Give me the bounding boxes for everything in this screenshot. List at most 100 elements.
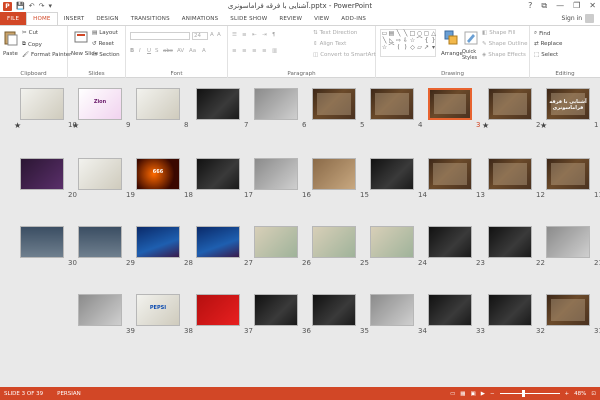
slide-thumbnail-item[interactable]: 35	[312, 294, 369, 336]
text-direction-button[interactable]: ⇅ Text Direction	[313, 30, 357, 36]
arrow-shape-icon[interactable]: ⇨	[395, 37, 402, 44]
bracket-shape-icon[interactable]: }	[430, 37, 437, 44]
align-left-icon[interactable]: ≡	[232, 48, 237, 54]
slide-thumbnail-item[interactable]: 37	[196, 294, 253, 336]
copy-button[interactable]: ⧉ Copy	[22, 41, 42, 48]
underline-icon[interactable]: U	[147, 48, 151, 54]
slide-thumbnail[interactable]	[136, 226, 180, 258]
slide-thumbnail-item[interactable]: 32	[488, 294, 545, 336]
slide-thumbnail-item[interactable]: 11	[546, 158, 600, 200]
slide-thumbnail-item[interactable]: 25	[312, 226, 369, 268]
slide-thumbnail-item[interactable]: 28	[136, 226, 193, 268]
slide-thumbnail[interactable]	[78, 158, 122, 190]
help-icon[interactable]: ?	[528, 1, 532, 11]
align-text-button[interactable]: ⇕ Align Text	[313, 41, 346, 47]
reset-button[interactable]: ↺ Reset	[92, 41, 114, 47]
slide-thumbnail-item[interactable]: Zion 9 ★	[72, 88, 130, 130]
tab-slide-show[interactable]: SLIDE SHOW	[224, 12, 273, 25]
slide-thumbnail[interactable]	[488, 294, 532, 326]
slide-thumbnail[interactable]	[546, 294, 590, 326]
slide-thumbnail-item[interactable]: 19	[78, 158, 135, 200]
slide-thumbnail-item[interactable]: 17	[196, 158, 253, 200]
paste-icon[interactable]	[4, 30, 18, 46]
paste-button[interactable]: Paste	[3, 51, 18, 57]
slide-thumbnail[interactable]	[196, 158, 240, 190]
font-size-input[interactable]: 24	[192, 32, 208, 40]
tab-design[interactable]: DESIGN	[90, 12, 124, 25]
slide-thumbnail-item[interactable]: 3	[428, 88, 480, 130]
zoom-in-icon[interactable]: +	[565, 391, 570, 397]
slide-thumbnail[interactable]	[370, 294, 414, 326]
convert-smartart-button[interactable]: ◫ Convert to SmartArt	[313, 52, 376, 58]
slide-thumbnail-item[interactable]: 22	[488, 226, 545, 268]
rectangle-shape-icon[interactable]: □	[409, 30, 416, 37]
slide-thumbnail[interactable]	[488, 88, 532, 120]
justify-icon[interactable]: ≡	[262, 48, 267, 54]
slide-thumbnail[interactable]	[136, 88, 180, 120]
slide-thumbnail-item[interactable]: 5	[312, 88, 364, 130]
replace-button[interactable]: ⇄ Replace	[534, 41, 562, 47]
slide-thumbnail[interactable]: Zion	[78, 88, 122, 120]
tab-file[interactable]: FILE	[0, 12, 27, 25]
curve-shape-icon[interactable]: ⌒	[416, 37, 423, 44]
bullets-icon[interactable]: ☰	[232, 32, 237, 38]
shrink-font-icon[interactable]: A	[217, 32, 221, 38]
slide-thumbnail-item[interactable]: 30	[20, 226, 77, 268]
rtl-icon[interactable]: ¶	[272, 32, 276, 38]
quick-styles-button[interactable]: Quick Styles	[462, 49, 480, 61]
strikethrough-icon[interactable]: abc	[163, 48, 173, 54]
slide-sorter[interactable]: آشنایی با فرقه فراماسونری 1 ★ 2 ★ 3 4 5 6 7 8 Zion 9…	[0, 78, 600, 387]
slide-thumbnail[interactable]	[254, 226, 298, 258]
arrow-shape-icon[interactable]: ⇩	[402, 37, 409, 44]
bracket-shape-icon[interactable]: {	[423, 37, 430, 44]
find-button[interactable]: ⌕ Find	[534, 30, 550, 37]
shape-effects-button[interactable]: ◈ Shape Effects	[482, 52, 526, 58]
slide-thumbnail[interactable]	[312, 226, 356, 258]
triangle-shape-icon[interactable]: △	[430, 30, 437, 37]
line-shape-icon[interactable]: ╲	[381, 37, 388, 44]
slide-thumbnail[interactable]	[546, 158, 590, 190]
arrange-icon[interactable]	[444, 30, 458, 46]
bold-icon[interactable]: B	[130, 48, 134, 54]
shadow-icon[interactable]: S	[155, 48, 159, 54]
slide-thumbnail-item[interactable]: 13	[428, 158, 485, 200]
slide-thumbnail-item[interactable]: 39	[78, 294, 135, 336]
slide-sorter-view-icon[interactable]: ▦	[460, 391, 465, 397]
oval-shape-icon[interactable]: ◇	[409, 44, 416, 51]
quick-styles-icon[interactable]	[464, 30, 478, 46]
slide-thumbnail[interactable]	[370, 88, 414, 120]
slide-thumbnail[interactable]	[254, 88, 298, 120]
avatar[interactable]	[585, 14, 594, 23]
slide-thumbnail[interactable]: 666	[136, 158, 180, 190]
slide-show-view-icon[interactable]: ▶	[481, 391, 485, 397]
tab-add-ins[interactable]: ADD-INS	[335, 12, 372, 25]
align-right-icon[interactable]: ≡	[252, 48, 257, 54]
slide-thumbnail[interactable]	[546, 226, 590, 258]
char-spacing-icon[interactable]: AV	[177, 48, 184, 54]
star-shape-icon[interactable]: ☆	[381, 44, 388, 51]
slide-thumbnail[interactable]	[312, 158, 356, 190]
slide-thumbnail[interactable]	[196, 226, 240, 258]
slide-thumbnail-item[interactable]: 36	[254, 294, 311, 336]
slide-thumbnail-item[interactable]: 15	[312, 158, 369, 200]
bracket-shape-icon[interactable]: (	[395, 44, 402, 51]
star-shape-icon[interactable]: ☆	[409, 37, 416, 44]
slide-thumbnail-item[interactable]: 12	[488, 158, 545, 200]
rectangle-shape-icon[interactable]: ▭	[381, 30, 388, 37]
line-shape-icon[interactable]: ╲	[395, 30, 402, 37]
normal-view-icon[interactable]: ▭	[450, 391, 455, 397]
tab-review[interactable]: REVIEW	[273, 12, 308, 25]
slide-thumbnail[interactable]	[254, 294, 298, 326]
arrow-shape-icon[interactable]: ↗	[423, 44, 430, 51]
slide-thumbnail-item[interactable]: 666 18	[136, 158, 193, 200]
slide-thumbnail-item[interactable]: 24	[370, 226, 427, 268]
tab-insert[interactable]: INSERT	[58, 12, 91, 25]
format-painter-button[interactable]: 🖌 Format Painter	[22, 52, 71, 58]
tab-home[interactable]: HOME	[26, 12, 58, 25]
slide-thumbnail-item[interactable]: آشنایی با فرقه فراماسونری 1 ★	[540, 88, 598, 130]
slide-thumbnail-item[interactable]: 16	[254, 158, 311, 200]
ribbon-display-icon[interactable]: ⧉	[541, 1, 547, 11]
slide-thumbnail-item[interactable]: 31	[546, 294, 600, 336]
tab-animations[interactable]: ANIMATIONS	[176, 12, 225, 25]
bracket-shape-icon[interactable]: )	[402, 44, 409, 51]
